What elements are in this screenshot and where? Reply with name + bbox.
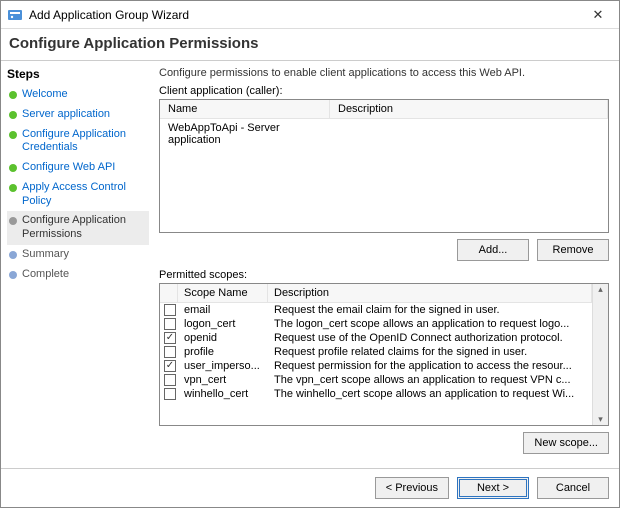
col-header-name[interactable]: Name [160,100,330,118]
scope-row[interactable]: vpn_certThe vpn_cert scope allows an app… [160,373,592,387]
scroll-up-icon[interactable]: ▴ [598,284,603,295]
scope-description: Request use of the OpenID Connect author… [268,331,592,345]
client-label: Client application (caller): [159,85,609,97]
scope-row[interactable]: logon_certThe logon_cert scope allows an… [160,317,592,331]
step-bullet-icon [9,251,17,259]
col-header-check [160,284,178,302]
page-header: Configure Application Permissions [1,29,619,58]
scope-name: openid [178,331,268,345]
scopes-buttons: New scope... [159,426,609,462]
scope-description: Request permission for the application t… [268,359,592,373]
app-icon [7,7,23,23]
scope-checkbox[interactable] [164,332,176,344]
cancel-button[interactable]: Cancel [537,477,609,499]
scroll-down-icon[interactable]: ▾ [598,414,603,425]
scope-description: Request the email claim for the signed i… [268,303,592,317]
step-item[interactable]: Complete [7,265,149,285]
previous-button[interactable]: < Previous [375,477,449,499]
add-button[interactable]: Add... [457,239,529,261]
scope-description: The winhello_cert scope allows an applic… [268,387,592,401]
content-area: Configure permissions to enable client a… [153,61,619,468]
scope-description: The vpn_cert scope allows an application… [268,373,592,387]
next-button[interactable]: Next > [457,477,529,499]
scope-checkbox[interactable] [164,304,176,316]
scope-row[interactable]: openidRequest use of the OpenID Connect … [160,331,592,345]
page-title: Configure Application Permissions [9,35,611,52]
client-buttons: Add... Remove [159,233,609,269]
scopes-header: Scope Name Description [160,284,592,303]
client-row-description [330,119,608,149]
step-bullet-icon [9,131,17,139]
close-icon[interactable]: ✕ [583,5,613,25]
scope-name: profile [178,345,268,359]
scope-row[interactable]: profileRequest profile related claims fo… [160,345,592,359]
client-row-name: WebAppToApi - Server application [160,119,330,149]
wizard-footer: < Previous Next > Cancel [1,468,619,507]
step-item[interactable]: Summary [7,245,149,265]
window-title: Add Application Group Wizard [29,8,583,22]
step-bullet-icon [9,164,17,172]
scope-checkbox[interactable] [164,360,176,372]
step-label: Configure Application Permissions [22,214,147,242]
scope-description: Request profile related claims for the s… [268,345,592,359]
scope-checkbox[interactable] [164,388,176,400]
step-bullet-icon [9,111,17,119]
steps-heading: Steps [7,67,149,81]
new-scope-button[interactable]: New scope... [523,432,609,454]
step-label: Apply Access Control Policy [22,181,147,209]
step-bullet-icon [9,91,17,99]
body: Steps Welcome Server application Configure… [1,61,619,468]
scope-name: vpn_cert [178,373,268,387]
col-header-scope-name[interactable]: Scope Name [178,284,268,302]
scope-description: The logon_cert scope allows an applicati… [268,317,592,331]
scope-row[interactable]: winhello_certThe winhello_cert scope all… [160,387,592,401]
scope-checkbox[interactable] [164,318,176,330]
scope-name: logon_cert [178,317,268,331]
step-bullet-icon [9,184,17,192]
remove-button[interactable]: Remove [537,239,609,261]
wizard-window: Add Application Group Wizard ✕ Configure… [0,0,620,508]
step-label: Configure Application Credentials [22,128,147,156]
scope-name: user_imperso... [178,359,268,373]
step-item[interactable]: Configure Web API [7,158,149,178]
steps-sidebar: Steps Welcome Server application Configure… [1,61,153,468]
step-item[interactable]: Welcome [7,85,149,105]
scopes-list[interactable]: Scope Name Description emailRequest the … [159,283,609,426]
step-label: Welcome [22,88,68,102]
col-header-description[interactable]: Description [330,100,608,118]
step-label: Summary [22,248,69,262]
client-list-header: Name Description [160,100,608,119]
client-list[interactable]: Name Description WebAppToApi - Server ap… [159,99,609,233]
step-item[interactable]: Configure Application Credentials [7,125,149,159]
scopes-scrollbar[interactable]: ▴ ▾ [592,284,608,425]
intro-text: Configure permissions to enable client a… [159,67,609,79]
scope-checkbox[interactable] [164,374,176,386]
step-item[interactable]: Apply Access Control Policy [7,178,149,212]
scope-name: email [178,303,268,317]
scope-checkbox[interactable] [164,346,176,358]
step-label: Complete [22,268,69,282]
titlebar: Add Application Group Wizard ✕ [1,1,619,29]
col-header-scope-desc[interactable]: Description [268,284,592,302]
scopes-label: Permitted scopes: [159,269,609,281]
step-bullet-icon [9,217,17,225]
client-row[interactable]: WebAppToApi - Server application [160,119,608,149]
scope-row[interactable]: user_imperso...Request permission for th… [160,359,592,373]
scope-row[interactable]: emailRequest the email claim for the sig… [160,303,592,317]
step-item[interactable]: Configure Application Permissions [7,211,149,245]
scope-name: winhello_cert [178,387,268,401]
step-label: Configure Web API [22,161,115,175]
step-bullet-icon [9,271,17,279]
step-label: Server application [22,108,110,122]
step-item[interactable]: Server application [7,105,149,125]
